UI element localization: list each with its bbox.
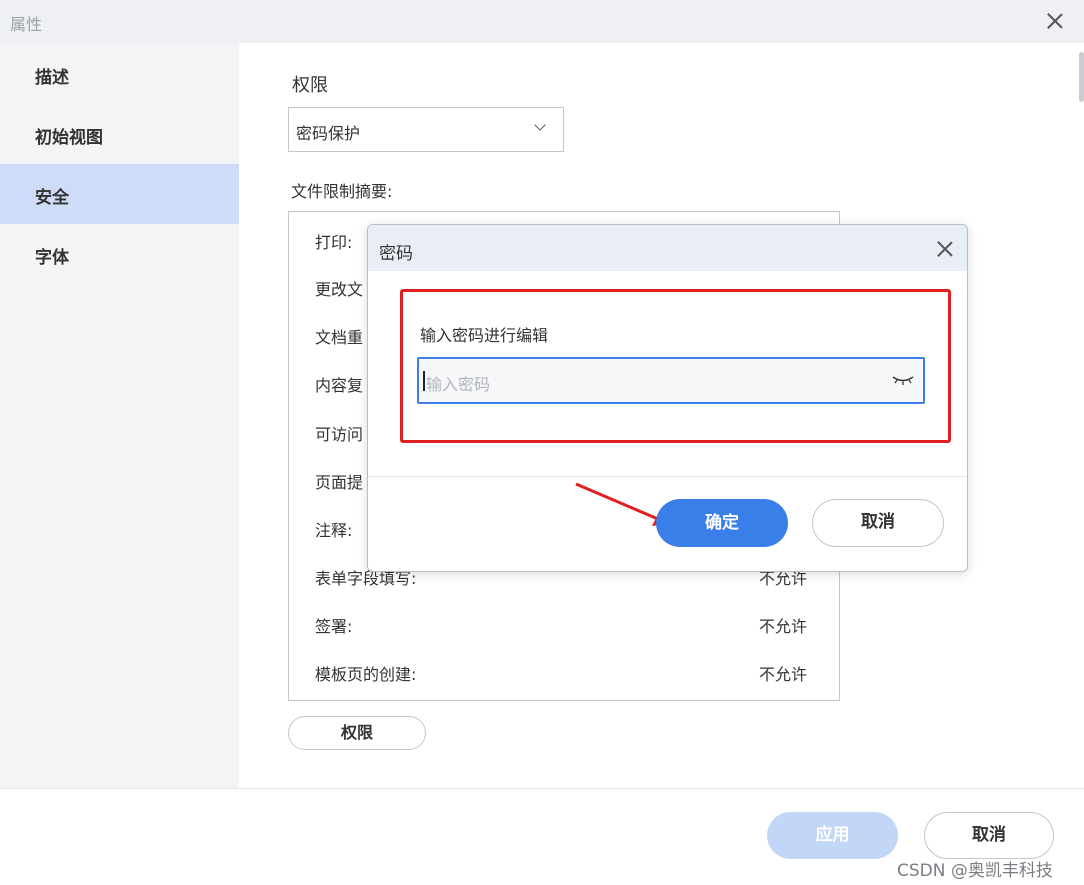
summary-label: 文件限制摘要: (291, 182, 393, 201)
sidebar: 描述 初始视图 安全 字体 (0, 43, 239, 788)
sidebar-item-label: 安全 (35, 188, 69, 208)
close-icon[interactable] (1047, 13, 1063, 29)
password-input[interactable] (417, 357, 925, 404)
sidebar-item-initial-view[interactable]: 初始视图 (0, 104, 239, 164)
row-label: 文档重 (315, 328, 364, 347)
cancel-button[interactable]: 取消 (924, 812, 1054, 859)
row-label: 可访问 (315, 425, 364, 444)
apply-button[interactable]: 应用 (767, 812, 898, 859)
sidebar-item-label: 字体 (35, 248, 69, 268)
sidebar-item-security[interactable]: 安全 (0, 164, 239, 224)
row-value: 不允许 (758, 665, 807, 684)
sidebar-item-description[interactable]: 描述 (0, 44, 239, 104)
permissions-button[interactable]: 权限 (288, 716, 426, 750)
row-label: 注释: (315, 521, 353, 540)
eye-closed-icon[interactable] (892, 374, 914, 386)
sidebar-item-fonts[interactable]: 字体 (0, 224, 239, 284)
security-method-select[interactable]: 密码保护 (288, 107, 564, 152)
text-caret (423, 371, 425, 391)
row-label: 更改文 (315, 280, 364, 299)
row-label: 签署: (315, 617, 353, 636)
row-value: 不允许 (758, 617, 807, 636)
scrollbar[interactable] (1079, 52, 1084, 102)
dialog-close-icon[interactable] (937, 241, 953, 257)
row-label: 页面提 (315, 473, 364, 492)
row-label: 内容复 (315, 376, 364, 395)
dialog-header: 密码 (368, 225, 967, 271)
password-prompt: 输入密码进行编辑 (420, 326, 549, 345)
window-title: 属性 (10, 15, 43, 34)
title-bar: 属性 (0, 0, 1084, 43)
dialog-divider (368, 476, 967, 477)
password-placeholder: 输入密码 (426, 375, 491, 394)
sidebar-item-label: 初始视图 (35, 128, 103, 148)
select-value: 密码保护 (296, 124, 361, 143)
footer-divider (0, 788, 1084, 789)
dialog-cancel-button[interactable]: 取消 (812, 499, 944, 547)
row-label: 模板页的创建: (315, 665, 417, 684)
dialog-title: 密码 (379, 244, 413, 264)
row-label: 打印: (315, 233, 353, 252)
watermark: CSDN @奥凯丰科技 (897, 861, 1053, 881)
section-title: 权限 (292, 75, 328, 96)
confirm-button[interactable]: 确定 (656, 499, 788, 547)
sidebar-item-label: 描述 (35, 68, 69, 88)
